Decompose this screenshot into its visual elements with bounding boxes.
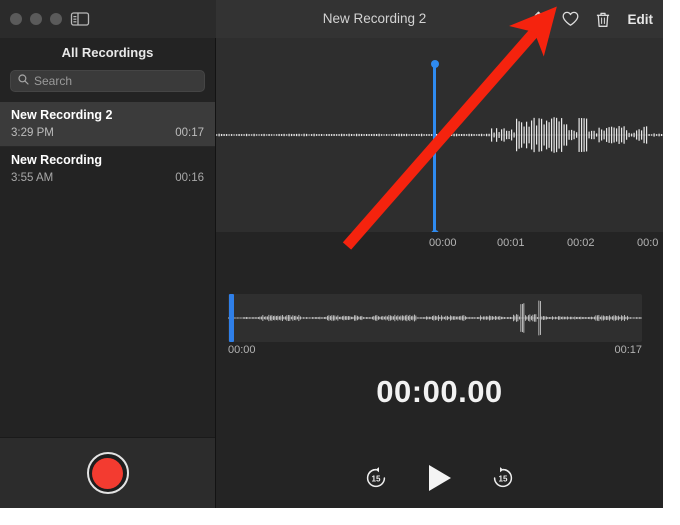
ruler-tick: 00:01: [497, 237, 525, 249]
playhead-detail[interactable]: [433, 64, 436, 232]
screenshot-root: New Recording 2: [0, 0, 680, 525]
voice-memos-window: New Recording 2: [0, 0, 663, 508]
ruler-tick: 00:00: [429, 237, 457, 249]
record-dot-icon: [92, 458, 123, 489]
search-container: [0, 68, 215, 102]
list-item[interactable]: New Recording 3:55 AM 00:16: [0, 147, 215, 192]
share-icon[interactable]: [530, 9, 548, 29]
trash-icon[interactable]: [594, 9, 612, 29]
recording-time: 3:55 AM: [11, 172, 53, 184]
zoom-button[interactable]: [50, 13, 62, 25]
overview-end-label: 00:17: [614, 344, 642, 356]
recording-meta: 3:29 PM 00:17: [11, 127, 204, 139]
traffic-lights: [10, 13, 62, 25]
close-button[interactable]: [10, 13, 22, 25]
edit-button[interactable]: Edit: [626, 12, 654, 27]
overview-time-labels: 00:00 00:17: [228, 344, 642, 356]
recording-title: New Recording: [11, 152, 204, 169]
svg-text:15: 15: [499, 475, 508, 484]
playhead-handle-bottom[interactable]: [431, 230, 439, 232]
recording-meta: 3:55 AM 00:16: [11, 172, 204, 184]
waveform-overview-canvas: [228, 298, 642, 338]
recording-title: New Recording 2: [11, 107, 204, 124]
recording-duration: 00:16: [175, 172, 204, 184]
search-icon: [18, 72, 29, 90]
skip-forward-15-icon[interactable]: 15: [491, 466, 515, 490]
search-input[interactable]: [34, 74, 197, 88]
search-field[interactable]: [10, 70, 205, 92]
timeline-ruler: 00:00 00:01 00:02 00:0: [216, 232, 663, 257]
waveform-detail-view[interactable]: [216, 38, 663, 232]
overview-start-label: 00:00: [228, 344, 256, 356]
transport-controls: 15 15: [216, 463, 663, 493]
toolbar-actions: Edit: [530, 0, 654, 38]
play-button[interactable]: [426, 463, 453, 493]
sidebar-header-title: All Recordings: [0, 38, 215, 68]
overview-playhead[interactable]: [229, 294, 234, 342]
ruler-tick: 00:0: [637, 237, 658, 249]
ruler-tick: 00:02: [567, 237, 595, 249]
window-titlebar: New Recording 2: [0, 0, 663, 39]
recording-time: 3:29 PM: [11, 127, 54, 139]
waveform-overview-block: 00:00 00:17: [216, 288, 663, 368]
svg-text:15: 15: [372, 475, 381, 484]
recording-duration: 00:17: [175, 127, 204, 139]
record-button[interactable]: [87, 452, 129, 494]
sidebar-toggle-icon[interactable]: [70, 11, 90, 27]
waveform-detail-canvas: [216, 112, 663, 158]
detail-pane: 00:00 00:01 00:02 00:0 00:00 00:17 00:00…: [216, 38, 663, 508]
skip-back-15-icon[interactable]: 15: [364, 466, 388, 490]
recordings-list: New Recording 2 3:29 PM 00:17 New Record…: [0, 102, 215, 192]
minimize-button[interactable]: [30, 13, 42, 25]
sidebar: All Recordings New Recording 2: [0, 38, 216, 508]
playhead-handle-top[interactable]: [431, 60, 439, 68]
timecode-display: 00:00.00: [216, 374, 663, 410]
heart-icon[interactable]: [562, 9, 580, 29]
waveform-overview[interactable]: [228, 294, 642, 342]
list-item[interactable]: New Recording 2 3:29 PM 00:17: [0, 102, 215, 147]
sidebar-footer: [0, 437, 215, 508]
